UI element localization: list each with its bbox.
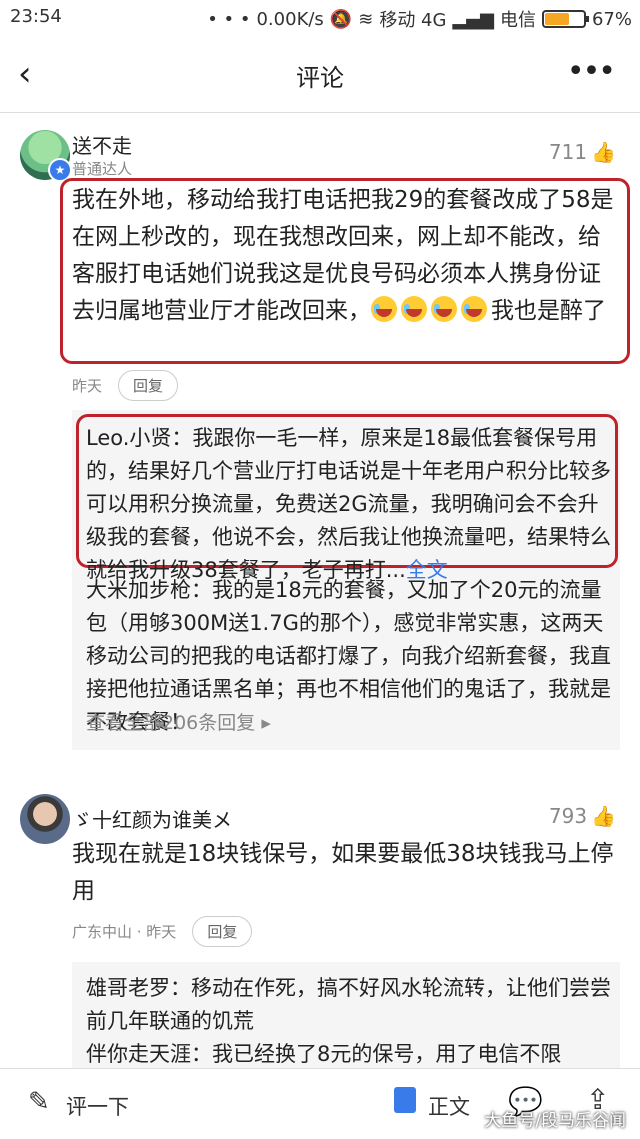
- reply-item[interactable]: Leo.小贤：我跟你一毛一样，原来是18最低套餐保号用的，结果好几个营业厅打电话…: [86, 422, 612, 587]
- article-body-button[interactable]: 正文: [428, 1091, 470, 1121]
- comment-item: ゞ十红颜为谁美メ 793 👍 我现在就是18块钱保号，如果要最低38块钱我马上停…: [0, 780, 640, 1070]
- reply-text: 我已经换了8元的保号，用了电信不限: [212, 1042, 562, 1066]
- reply-button[interactable]: 回复: [192, 916, 253, 947]
- reply-username[interactable]: 伴你走天涯：: [86, 1042, 212, 1066]
- nav-bar: ‹ 评论 •••: [0, 36, 640, 113]
- laugh-cry-emoji-icon: [461, 296, 487, 322]
- laugh-cry-emoji-icon: [371, 296, 397, 322]
- like-button[interactable]: 711 👍: [549, 140, 616, 164]
- wifi-icon: ≋: [358, 8, 374, 30]
- more-icon[interactable]: •••: [567, 54, 616, 89]
- reply-username[interactable]: 雄哥老罗：: [86, 976, 191, 1000]
- comment-time: 昨天: [72, 377, 103, 395]
- user-level: 普通达人: [72, 160, 133, 178]
- reply-list: 雄哥老罗：移动在作死，搞不好风水轮流转，让他们尝尝前几年联通的饥荒 伴你走天涯：…: [72, 962, 620, 1070]
- like-count: 711: [548, 140, 588, 164]
- carrier-telecom: 电信: [499, 10, 536, 31]
- dots-icon: • • •: [207, 8, 251, 30]
- laugh-cry-emoji-icon: [401, 296, 427, 322]
- comment-item: ★ 送不走 普通达人 711 👍 我在外地，移动给我打电话把我29的套餐改成了5…: [0, 112, 640, 752]
- comment-text: 我现在就是18块钱保号，如果要最低38块钱我马上停用: [72, 841, 614, 904]
- network-speed: 0.00K/s: [256, 8, 324, 30]
- page-title: 评论: [296, 64, 344, 92]
- status-time: 23:54: [10, 6, 62, 27]
- battery-icon: [541, 10, 589, 28]
- reply-list: Leo.小贤：我跟你一毛一样，原来是18最低套餐保号用的，结果好几个营业厅打电话…: [72, 410, 620, 750]
- thumb-up-icon: 👍: [591, 804, 616, 828]
- comment-meta: 广东中山 · 昨天 回复: [72, 916, 253, 947]
- comment-location-time: 广东中山 · 昨天: [72, 923, 177, 941]
- view-all-label: 查看全部206条回复: [86, 712, 256, 734]
- comment-username[interactable]: ゞ十红颜为谁美メ: [72, 804, 232, 833]
- write-comment-button[interactable]: 评一下: [66, 1091, 129, 1121]
- carrier-mobile: 移动 4G: [379, 10, 447, 31]
- arrow-right-icon: ▸: [261, 712, 271, 734]
- like-button[interactable]: 793 👍: [549, 804, 616, 828]
- reply-item[interactable]: 伴你走天涯：我已经换了8元的保号，用了电信不限: [86, 1038, 612, 1071]
- signal-icon: ▂▄▆: [452, 8, 494, 30]
- document-icon[interactable]: [394, 1087, 416, 1113]
- comment-meta: 昨天 回复: [72, 370, 179, 401]
- laugh-cry-emoji-icon: [431, 296, 457, 322]
- comment-body-end: 我也是醉了: [491, 298, 606, 324]
- avatar[interactable]: [20, 794, 70, 844]
- status-icons: • • • 0.00K/s 🔕 ≋ 移动 4G ▂▄▆ 电信 67%: [207, 6, 632, 32]
- like-count: 793: [548, 804, 588, 828]
- reply-username[interactable]: 大米加步枪：: [86, 578, 212, 602]
- battery-fill: [544, 13, 570, 25]
- battery-percent: 67%: [591, 8, 632, 30]
- reply-button[interactable]: 回复: [118, 370, 179, 401]
- mute-icon: 🔕: [329, 8, 353, 30]
- comment-text: 我在外地，移动给我打电话把我29的套餐改成了58是在网上秒改的，现在我想改回来，…: [72, 182, 620, 330]
- reply-username[interactable]: Leo.小贤：: [86, 426, 192, 450]
- reply-item[interactable]: 雄哥老罗：移动在作死，搞不好风水轮流转，让他们尝尝前几年联通的饥荒: [86, 972, 612, 1038]
- watermark: 大鱼号/段马乐谷闻: [484, 1111, 626, 1131]
- thumb-up-icon: 👍: [591, 140, 616, 164]
- comment-username[interactable]: 送不走: [72, 130, 132, 159]
- status-bar: 23:54 • • • 0.00K/s 🔕 ≋ 移动 4G ▂▄▆ 电信 67%: [0, 0, 640, 36]
- view-all-replies-link[interactable]: 查看全部206条回复 ▸: [86, 708, 271, 735]
- pen-icon[interactable]: ✎: [28, 1087, 50, 1117]
